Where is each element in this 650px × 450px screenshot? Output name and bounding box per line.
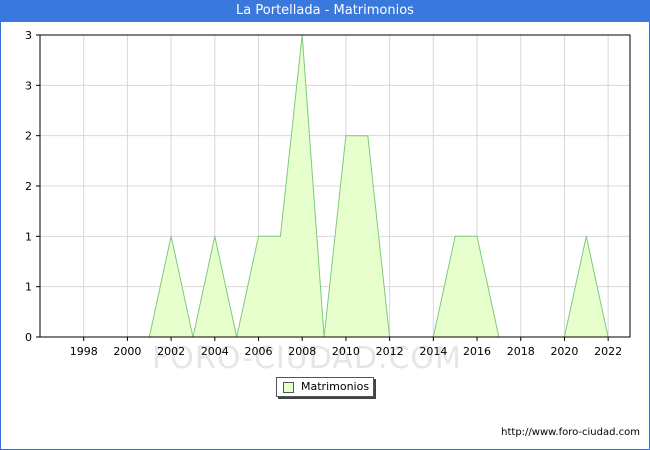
x-tick-label-2004: 2004 xyxy=(201,345,229,358)
x-tick-label-1998: 1998 xyxy=(70,345,98,358)
y-tick-label-3: 2 xyxy=(25,180,32,193)
x-tick-label-2022: 2022 xyxy=(594,345,622,358)
x-tick-label-2006: 2006 xyxy=(245,345,273,358)
x-tick-label-2010: 2010 xyxy=(332,345,360,358)
x-tick-label-2018: 2018 xyxy=(507,345,535,358)
y-tick-label-6: 3 xyxy=(25,29,32,42)
x-tick-label-2012: 2012 xyxy=(376,345,404,358)
data-point-2016 xyxy=(476,235,478,237)
y-tick-label-4: 2 xyxy=(25,130,32,143)
x-tick-label-2008: 2008 xyxy=(288,345,316,358)
data-point-2004 xyxy=(214,235,216,237)
data-point-2015 xyxy=(454,235,456,237)
y-tick-label-0: 0 xyxy=(25,331,32,344)
y-axis-ticks: 0 1 1 2 2 3 3 xyxy=(25,29,40,344)
legend-swatch xyxy=(283,382,294,393)
x-tick-label-2002: 2002 xyxy=(157,345,185,358)
source-url: http://www.foro-ciudad.com xyxy=(501,427,640,438)
y-tick-label-1: 1 xyxy=(25,281,32,294)
data-point-2002 xyxy=(170,235,172,237)
data-point-2021 xyxy=(585,235,587,237)
x-tick-label-2016: 2016 xyxy=(463,345,491,358)
x-tick-label-2014: 2014 xyxy=(419,345,447,358)
data-point-2011 xyxy=(367,135,369,137)
x-tick-label-2000: 2000 xyxy=(113,345,141,358)
y-tick-label-5: 3 xyxy=(25,79,32,92)
x-tick-label-2020: 2020 xyxy=(550,345,578,358)
legend-label: Matrimonios xyxy=(301,380,370,393)
y-tick-label-2: 1 xyxy=(25,230,32,243)
data-point-2006 xyxy=(257,235,260,237)
legend: Matrimonios xyxy=(276,377,374,397)
data-point-2010 xyxy=(345,135,347,137)
data-point-2007 xyxy=(279,235,281,237)
